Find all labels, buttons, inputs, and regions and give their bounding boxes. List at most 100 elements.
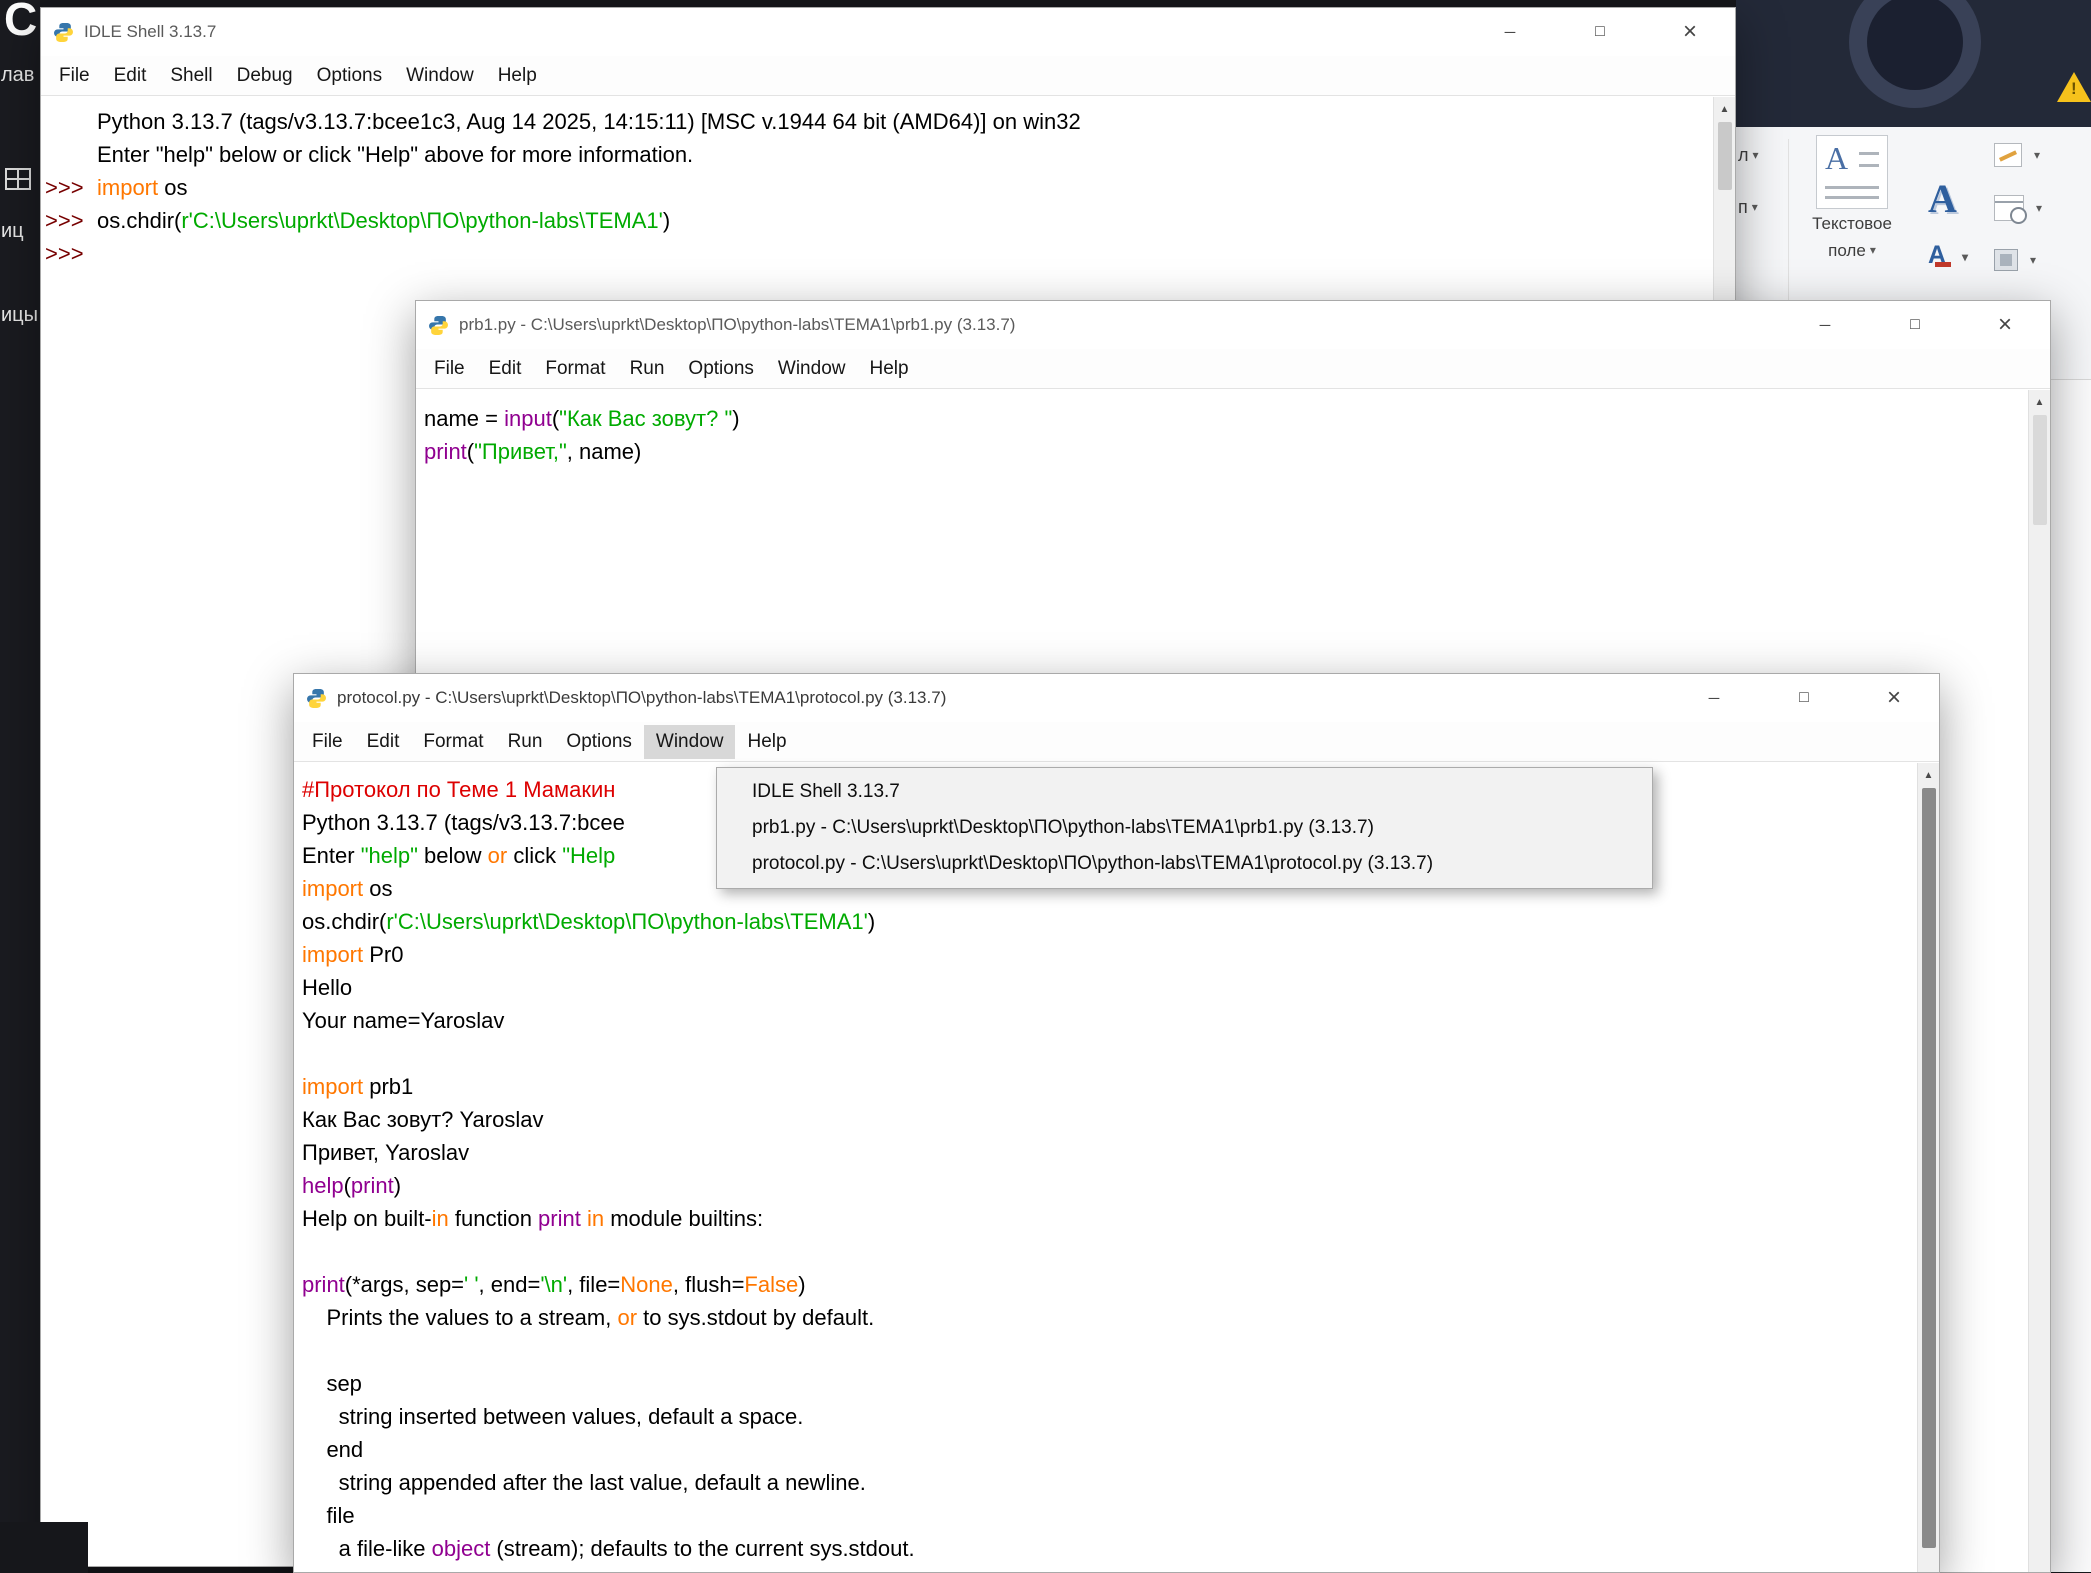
titlebar[interactable]: protocol.py - C:\Users\uprkt\Desktop\ПО\… — [294, 674, 1939, 722]
menu-file[interactable]: File — [300, 725, 355, 759]
background-left-rail: C лав иц ицы — [0, 0, 40, 1573]
menu-file[interactable]: File — [47, 59, 102, 93]
titlebar[interactable]: prb1.py - C:\Users\uprkt\Desktop\ПО\pyth… — [416, 301, 2050, 349]
chevron-down-icon: ▾ — [2036, 201, 2042, 215]
code-token: os.chdir( — [97, 208, 181, 233]
code-token: input — [504, 406, 552, 431]
chevron-down-icon: ▾ — [1753, 148, 1759, 162]
scroll-thumb[interactable] — [1922, 788, 1936, 1548]
code-token: '\n' — [540, 1272, 567, 1297]
code-token: r'C:\Users\uprkt\Desktop\ПО\python-labs\… — [386, 909, 867, 934]
code-line: sep — [302, 1367, 1939, 1400]
code-token: print — [538, 1206, 581, 1231]
code-line: import Pr0 — [302, 938, 1939, 971]
close-button[interactable]: × — [1645, 8, 1735, 56]
code-line — [302, 1235, 1939, 1268]
menu-edit[interactable]: Edit — [477, 352, 534, 386]
menu-shell[interactable]: Shell — [158, 59, 224, 93]
code-token: "Help — [562, 843, 615, 868]
window-controls: ─ □ × — [1465, 8, 1735, 56]
vertical-scrollbar[interactable]: ▲ — [1917, 763, 1939, 1572]
signature-line-button[interactable]: ▾ — [1994, 143, 2040, 167]
minimize-button[interactable]: ─ — [1780, 301, 1870, 349]
code-line: >>>import os — [45, 171, 1735, 204]
code-token: ) — [798, 1272, 805, 1297]
window-menu-item[interactable]: protocol.py - C:\Users\uprkt\Desktop\ПО\… — [717, 846, 1652, 882]
chevron-down-icon: ▾ — [2030, 253, 2036, 267]
code-token: module builtins: — [604, 1206, 763, 1231]
minimize-button[interactable]: ─ — [1465, 8, 1555, 56]
vertical-scrollbar[interactable]: ▲ — [2028, 390, 2050, 1572]
wordart-icon[interactable]: A — [1928, 175, 1957, 222]
menu-options[interactable]: Options — [554, 725, 643, 759]
code-token: ' ' — [464, 1272, 479, 1297]
code-line: import prb1 — [302, 1070, 1939, 1103]
window-menu-dropdown: IDLE Shell 3.13.7prb1.py - C:\Users\uprk… — [716, 767, 1653, 889]
menu-run[interactable]: Run — [618, 352, 677, 386]
scroll-up-icon[interactable]: ▲ — [1720, 97, 1730, 115]
close-button[interactable]: × — [1849, 674, 1939, 722]
code-token: prb1 — [363, 1074, 413, 1099]
menubar: FileEditFormatRunOptionsWindowHelp — [294, 722, 1939, 762]
textbox-icon: A — [1816, 135, 1888, 209]
code-token: in — [587, 1206, 604, 1231]
menu-file[interactable]: File — [422, 352, 477, 386]
chevron-down-icon: ▾ — [1752, 200, 1758, 214]
menu-options[interactable]: Options — [676, 352, 765, 386]
window-menu-item[interactable]: prb1.py - C:\Users\uprkt\Desktop\ПО\pyth… — [717, 810, 1652, 846]
menu-help[interactable]: Help — [735, 725, 798, 759]
desktop-corner-fragment — [0, 1522, 88, 1573]
menu-window[interactable]: Window — [394, 59, 486, 93]
drop-cap-icon[interactable]: А ▾ — [1928, 241, 1968, 270]
code-line: end — [302, 1433, 1939, 1466]
date-time-button[interactable]: ▾ — [1994, 195, 2042, 221]
menu-debug[interactable]: Debug — [225, 59, 305, 93]
scroll-thumb[interactable] — [1718, 122, 1732, 190]
code-line: Enter "help" below or click "Help" above… — [45, 138, 1735, 171]
maximize-button[interactable]: □ — [1870, 301, 1960, 349]
maximize-button[interactable]: □ — [1555, 8, 1645, 56]
menu-options[interactable]: Options — [305, 59, 394, 93]
ribbon-cut-button-2[interactable]: п▾ — [1738, 197, 1758, 218]
menu-help[interactable]: Help — [857, 352, 920, 386]
menu-edit[interactable]: Edit — [355, 725, 412, 759]
scroll-thumb[interactable] — [2033, 415, 2047, 525]
scroll-up-icon[interactable]: ▲ — [1924, 763, 1934, 781]
window-controls: ─ □ × — [1780, 301, 2050, 349]
warning-icon[interactable]: ! — [2057, 72, 2091, 102]
object-button[interactable]: ▾ — [1994, 249, 2036, 271]
editor-code: name = input("Как Вас зовут? ")print("Пр… — [416, 390, 2050, 468]
code-line: Как Вас зовут? Yaroslav — [302, 1103, 1939, 1136]
code-token: r'C:\Users\uprkt\Desktop\ПО\python-labs\… — [181, 208, 662, 233]
word-title-area — [1736, 0, 2091, 127]
code-token: flush — [302, 1569, 373, 1572]
close-button[interactable]: × — [1960, 301, 2050, 349]
warning-exclamation: ! — [2071, 79, 2077, 99]
code-line: string inserted between values, default … — [302, 1400, 1939, 1433]
code-token: sep — [302, 1371, 362, 1396]
textbox-button[interactable]: A Текстовое поле▾ — [1796, 135, 1908, 262]
maximize-button[interactable]: □ — [1759, 674, 1849, 722]
window-menu-item[interactable]: IDLE Shell 3.13.7 — [717, 774, 1652, 810]
code-line: Help on built-in function print in modul… — [302, 1202, 1939, 1235]
menu-format[interactable]: Format — [533, 352, 617, 386]
menu-run[interactable]: Run — [496, 725, 555, 759]
code-token: , flush= — [673, 1272, 745, 1297]
ribbon-cut-button-1[interactable]: л▾ — [1738, 145, 1759, 166]
rail-label-fragment: ицы — [1, 304, 38, 327]
menu-edit[interactable]: Edit — [102, 59, 159, 93]
code-token: "help" — [361, 843, 418, 868]
code-token: end — [302, 1437, 363, 1462]
minimize-button[interactable]: ─ — [1669, 674, 1759, 722]
menu-help[interactable]: Help — [486, 59, 549, 93]
menu-window[interactable]: Window — [644, 725, 736, 759]
menu-format[interactable]: Format — [411, 725, 495, 759]
code-token: ( — [344, 1173, 351, 1198]
scroll-up-icon[interactable]: ▲ — [2035, 390, 2045, 408]
chevron-down-icon: ▾ — [1870, 243, 1876, 257]
code-token: below — [418, 843, 488, 868]
code-line: Python 3.13.7 (tags/v3.13.7:bcee1c3, Aug… — [45, 105, 1735, 138]
titlebar[interactable]: IDLE Shell 3.13.7 ─ □ × — [41, 8, 1735, 56]
code-token: (*args, sep= — [345, 1272, 464, 1297]
menu-window[interactable]: Window — [766, 352, 858, 386]
